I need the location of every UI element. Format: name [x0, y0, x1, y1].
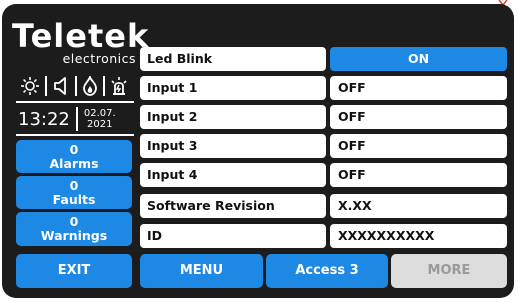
setting-value[interactable]: OFF [330, 105, 507, 129]
warnings-label: Warnings [40, 228, 108, 243]
icon-separator [45, 76, 47, 96]
siren-icon [111, 77, 127, 95]
setting-value[interactable]: OFF [330, 134, 507, 158]
settings-row[interactable]: Input 2 OFF [140, 105, 507, 129]
setting-label: Input 3 [140, 134, 326, 158]
fire-icon [83, 76, 97, 96]
more-button[interactable]: MORE [391, 254, 507, 288]
divider [16, 134, 134, 136]
clock: 13:22 02.07. 2021 [16, 104, 134, 134]
settings-row[interactable]: Input 1 OFF [140, 76, 507, 100]
divider [16, 101, 134, 103]
clock-time: 13:22 [18, 108, 70, 130]
settings-row[interactable]: Led Blink ON [140, 47, 507, 71]
settings-row[interactable]: Input 3 OFF [140, 134, 507, 158]
setting-label: Input 2 [140, 105, 326, 129]
setting-value[interactable]: XXXXXXXXXX [330, 224, 507, 248]
setting-label: Led Blink [140, 47, 326, 71]
setting-value[interactable]: ON [330, 47, 507, 71]
status-icons [12, 72, 136, 100]
speaker-icon [54, 77, 66, 95]
clock-date-year: 2021 [87, 119, 113, 130]
brand-name: Teletek [12, 17, 150, 55]
faults-label: Faults [52, 191, 96, 207]
settings-row[interactable]: Input 4 OFF [140, 163, 507, 187]
setting-label: ID [140, 224, 326, 248]
icon-separator [103, 76, 105, 96]
setting-value[interactable]: OFF [330, 163, 507, 187]
menu-button[interactable]: MENU [140, 254, 263, 288]
setting-value[interactable]: OFF [330, 76, 507, 100]
brand-logo: Teletek electronics [12, 17, 150, 70]
icon-separator [75, 76, 77, 96]
faults-button[interactable]: 0 Faults [16, 176, 132, 209]
warnings-count: 0 [69, 214, 79, 229]
setting-value[interactable]: X.XX [330, 194, 507, 218]
clock-separator [75, 107, 78, 131]
warnings-button[interactable]: 0 Warnings [16, 212, 132, 246]
setting-label: Input 4 [140, 163, 326, 187]
faults-count: 0 [69, 177, 79, 193]
access-level-button[interactable]: Access 3 [266, 254, 388, 288]
setting-label: Input 1 [140, 76, 326, 100]
clock-date: 02.07. 2021 [84, 108, 116, 130]
alarms-count: 0 [69, 141, 79, 157]
exit-button[interactable]: EXIT [16, 254, 132, 288]
setting-label: Software Revision [140, 194, 326, 218]
alarms-button[interactable]: 0 Alarms [16, 140, 132, 173]
settings-row[interactable]: ID XXXXXXXXXX [140, 224, 507, 248]
sun-icon [21, 77, 39, 95]
settings-row[interactable]: Software Revision X.XX [140, 194, 507, 218]
clock-date-day: 02.07. [83, 108, 116, 119]
alarms-label: Alarms [49, 155, 99, 171]
